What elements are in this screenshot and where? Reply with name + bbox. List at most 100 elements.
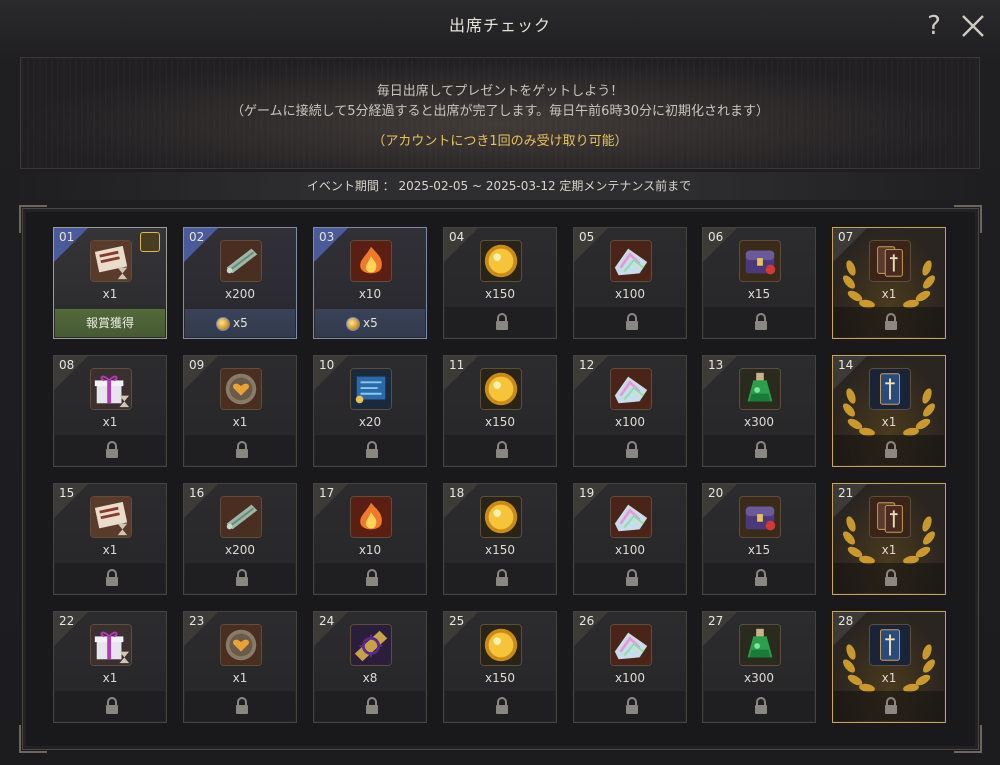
day-cell-18[interactable]: 18 x150 xyxy=(443,483,557,595)
reward-quantity: x150 xyxy=(484,287,515,301)
banner-account-note: （アカウントにつき1回のみ受け取り可能） xyxy=(372,134,628,149)
crystals-icon xyxy=(610,624,652,666)
attendance-grid: 01 x1 報賞獲得 02 x200 x5 03 x10 x5 04 x150 05 x100 06 x15… xyxy=(19,205,982,753)
day-cell-04[interactable]: 04 x150 xyxy=(443,227,557,339)
locked-footer xyxy=(704,435,814,465)
day-cell-11[interactable]: 11 x150 xyxy=(443,355,557,467)
title-bar: 出席チェック ? xyxy=(0,0,1000,52)
gold-orb-icon xyxy=(480,496,522,538)
help-button[interactable]: ? xyxy=(920,9,948,43)
day-cell-01[interactable]: 01 x1 報賞獲得 xyxy=(53,227,167,339)
day-cell-06[interactable]: 06 x15 xyxy=(702,227,816,339)
day-cell-25[interactable]: 25 x150 xyxy=(443,611,557,723)
ornament-corner xyxy=(954,725,982,753)
day-cell-10[interactable]: 10 x20 xyxy=(313,355,427,467)
reward-quantity: x1 xyxy=(102,415,118,429)
day-number: 04 xyxy=(449,230,465,244)
locked-footer xyxy=(575,307,685,337)
day-number: 21 xyxy=(838,486,854,500)
day-number: 01 xyxy=(59,230,75,244)
day-number: 24 xyxy=(319,614,335,628)
day-cell-28[interactable]: 28 x1 xyxy=(832,611,946,723)
reward-quantity: x300 xyxy=(743,415,774,429)
reward-quantity: x8 xyxy=(362,671,378,685)
day-cell-20[interactable]: 20 x15 xyxy=(702,483,816,595)
lock-icon xyxy=(366,569,378,586)
locked-footer xyxy=(704,691,814,721)
day-cell-15[interactable]: 15 x1 xyxy=(53,483,167,595)
lock-icon xyxy=(626,569,638,586)
ticket-icon xyxy=(90,496,132,538)
day-cell-12[interactable]: 12 x100 xyxy=(573,355,687,467)
day-cell-24[interactable]: 24 x8 xyxy=(313,611,427,723)
gift-badge-icon xyxy=(140,232,160,252)
day-cell-14[interactable]: 14 x1 xyxy=(832,355,946,467)
lock-icon xyxy=(496,569,508,586)
day-number: 28 xyxy=(838,614,854,628)
lock-icon xyxy=(626,313,638,330)
locked-footer xyxy=(575,435,685,465)
card-blue-icon xyxy=(869,624,911,666)
lock-icon xyxy=(885,697,897,714)
day-number: 16 xyxy=(189,486,205,500)
ticket-icon xyxy=(90,240,132,282)
locked-footer xyxy=(575,563,685,593)
day-number: 13 xyxy=(708,358,724,372)
day-number: 07 xyxy=(838,230,854,244)
day-number: 12 xyxy=(579,358,595,372)
day-cell-03[interactable]: 03 x10 x5 xyxy=(313,227,427,339)
day-cell-13[interactable]: 13 x300 xyxy=(702,355,816,467)
claimed-label: 報賞獲得 xyxy=(55,309,165,337)
day-number: 19 xyxy=(579,486,595,500)
day-number: 10 xyxy=(319,358,335,372)
ornament-corner xyxy=(954,205,982,233)
reward-quantity: x100 xyxy=(614,287,645,301)
reward-quantity: x1 xyxy=(881,415,897,429)
lock-icon xyxy=(885,569,897,586)
day-cell-21[interactable]: 21 x1 xyxy=(832,483,946,595)
locked-footer xyxy=(445,435,555,465)
sun-scroll-icon xyxy=(350,624,392,666)
gift-box-icon xyxy=(90,368,132,410)
window-title: 出席チェック xyxy=(448,16,551,35)
day-cell-05[interactable]: 05 x100 xyxy=(573,227,687,339)
day-cell-09[interactable]: 09 x1 xyxy=(183,355,297,467)
day-cell-27[interactable]: 27 x300 xyxy=(702,611,816,723)
gold-orb-icon xyxy=(480,624,522,666)
lock-icon xyxy=(496,697,508,714)
day-cell-08[interactable]: 08 x1 xyxy=(53,355,167,467)
lock-icon xyxy=(106,441,118,458)
locked-footer xyxy=(55,563,165,593)
locked-footer xyxy=(704,563,814,593)
lock-icon xyxy=(106,569,118,586)
day-cell-23[interactable]: 23 x1 xyxy=(183,611,297,723)
reward-quantity: x150 xyxy=(484,415,515,429)
reward-quantity: x15 xyxy=(747,543,771,557)
day-cell-19[interactable]: 19 x100 xyxy=(573,483,687,595)
bonus-quantity: x5 xyxy=(233,316,248,330)
lock-icon xyxy=(496,441,508,458)
close-button[interactable] xyxy=(958,10,988,42)
day-cell-22[interactable]: 22 x1 xyxy=(53,611,167,723)
event-period: イベント期間 ： 2025-02-05 ~ 2025-03-12 定期メンテナン… xyxy=(20,172,978,200)
day-number: 18 xyxy=(449,486,465,500)
lock-icon xyxy=(106,697,118,714)
day-cell-26[interactable]: 26 x100 xyxy=(573,611,687,723)
reward-quantity: x1 xyxy=(881,671,897,685)
locked-footer xyxy=(445,563,555,593)
locked-footer xyxy=(315,435,425,465)
locked-footer xyxy=(834,307,944,337)
locked-footer xyxy=(315,563,425,593)
lock-icon xyxy=(626,697,638,714)
day-number: 17 xyxy=(319,486,335,500)
day-number: 27 xyxy=(708,614,724,628)
day-cell-16[interactable]: 16 x200 xyxy=(183,483,297,595)
reward-quantity: x150 xyxy=(484,543,515,557)
day-cell-07[interactable]: 07 x1 xyxy=(832,227,946,339)
attendance-window: 出席チェック ? 毎日出席してプレゼントをゲットしよう！ （ゲームに接続して5分… xyxy=(0,0,1000,765)
day-cell-02[interactable]: 02 x200 x5 xyxy=(183,227,297,339)
day-cell-17[interactable]: 17 x10 xyxy=(313,483,427,595)
day-number: 09 xyxy=(189,358,205,372)
reward-quantity: x300 xyxy=(743,671,774,685)
locked-footer xyxy=(185,691,295,721)
